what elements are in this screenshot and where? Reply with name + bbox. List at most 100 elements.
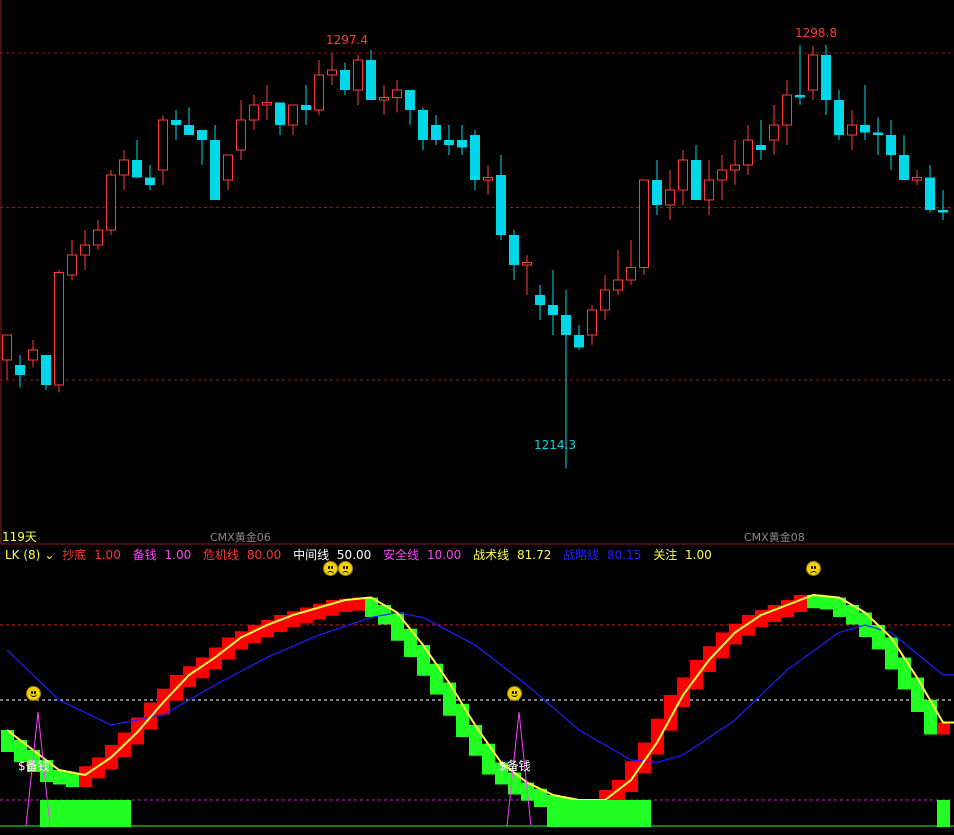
candle-body-down: [184, 125, 194, 135]
fall-block: [53, 770, 66, 785]
frown-face-icon: [323, 561, 338, 576]
candle-body-up: [353, 59, 363, 91]
fall-block: [898, 657, 911, 690]
candle-body-down: [535, 295, 545, 305]
candle-body-down: [561, 315, 571, 335]
candle-body-down: [873, 132, 883, 135]
candle-body-up: [93, 229, 103, 246]
x-tick-label-0: CMX黄金06: [210, 531, 271, 544]
fall-block: [924, 700, 937, 735]
fall-block: [885, 637, 898, 670]
candle-body-up: [847, 124, 857, 136]
candle-body-down: [899, 155, 909, 180]
period-label: 119天: [2, 530, 37, 544]
candle-body-up: [808, 54, 818, 91]
candle-body-down: [275, 102, 285, 125]
candle-body-down: [197, 130, 207, 140]
fall-block: [417, 645, 430, 676]
frown-face-icon: [338, 561, 353, 576]
candle-body-down: [405, 90, 415, 110]
low-annotation: 1214.3: [534, 438, 576, 452]
candle-body-up: [327, 69, 337, 76]
chart-canvas: [0, 0, 954, 827]
fall-block: [66, 772, 79, 787]
signal-label-1: $备钱: [499, 759, 531, 773]
fall-block: [469, 725, 482, 756]
legend-item-4: 安全线 10.00: [383, 548, 462, 562]
rise-block: [612, 780, 625, 802]
smile-face-icon: [26, 686, 41, 701]
candle-body-up: [119, 159, 129, 176]
candle-body-up: [769, 124, 779, 141]
fall-block: [482, 743, 495, 775]
tactic-line: [6, 593, 954, 801]
candle-body-down: [470, 135, 480, 180]
fall-block: [911, 677, 924, 712]
candle-body-up: [665, 189, 675, 206]
candle-body-down: [171, 120, 181, 125]
price-panel: [0, 0, 954, 544]
rise-block: [690, 660, 703, 690]
high-annotation-1: 1297.4: [326, 33, 368, 47]
candle-body-up: [587, 309, 597, 336]
candle-body-up: [106, 174, 116, 231]
candle-body-down: [691, 160, 701, 200]
candle-body-up: [379, 97, 389, 101]
candle-body-down: [457, 140, 467, 148]
indicator-title[interactable]: LK (8): [5, 548, 40, 562]
candle-body-down: [145, 177, 155, 185]
candle-body-up: [288, 104, 298, 126]
candle-body-down: [210, 140, 220, 200]
candle-body-up: [639, 179, 649, 268]
candle-body-up: [236, 119, 246, 151]
candle-body-down: [834, 100, 844, 135]
chevron-down-icon[interactable]: ⌄: [44, 548, 54, 562]
candle-body-up: [392, 89, 402, 98]
candle-body-down: [340, 70, 350, 90]
smile-face-icon: [507, 686, 522, 701]
signal-label-0: $备钱: [18, 759, 50, 773]
candle-body-down: [548, 305, 558, 315]
indicator-legend: LK (8) ⌄ 抄底 1.00 备钱 1.00 危机线 80.00 中间线 50…: [5, 546, 720, 563]
candle-body-up: [782, 94, 792, 126]
rise-block: [625, 761, 638, 792]
candle-body-up: [522, 262, 532, 266]
rise-block: [183, 666, 196, 687]
candle-body-down: [301, 105, 311, 110]
candle-body-down: [444, 140, 454, 145]
candle-body-up: [54, 272, 64, 386]
candle-body-up: [626, 267, 636, 281]
attention-block: [40, 800, 131, 827]
candle-body-up: [704, 179, 714, 201]
rise-block: [937, 722, 950, 735]
rise-block: [79, 766, 92, 787]
fall-block: [430, 663, 443, 695]
candle-body-up: [600, 289, 610, 311]
candle-body-up: [743, 139, 753, 166]
legend-item-1: 备钱 1.00: [132, 548, 192, 562]
rise-block: [729, 623, 742, 645]
candle-body-up: [67, 254, 77, 276]
legend-item-6: 战略线 80.15: [563, 548, 642, 562]
candle-body-up: [678, 159, 688, 191]
candle-body-down: [418, 110, 428, 140]
candle-body-down: [509, 235, 519, 265]
legend-item-3: 中间线 50.00: [293, 548, 372, 562]
legend-item-7: 关注 1.00: [653, 548, 712, 562]
candle-body-up: [483, 177, 493, 181]
fall-block: [391, 612, 404, 641]
candle-body-up: [249, 104, 259, 121]
candle-body-down: [366, 60, 376, 100]
candle-body-down: [574, 335, 584, 348]
rise-block: [222, 637, 235, 660]
candle-body-up: [223, 154, 233, 181]
candle-body-down: [41, 355, 51, 385]
candle-body-up: [158, 119, 168, 171]
candle-body-down: [496, 175, 506, 235]
candle-body-down: [431, 125, 441, 140]
high-annotation-2: 1298.8: [795, 26, 837, 40]
fall-block: [820, 596, 833, 610]
candle-body-down: [795, 95, 805, 98]
candle-body-up: [80, 244, 90, 256]
candle-body-up: [314, 74, 324, 111]
